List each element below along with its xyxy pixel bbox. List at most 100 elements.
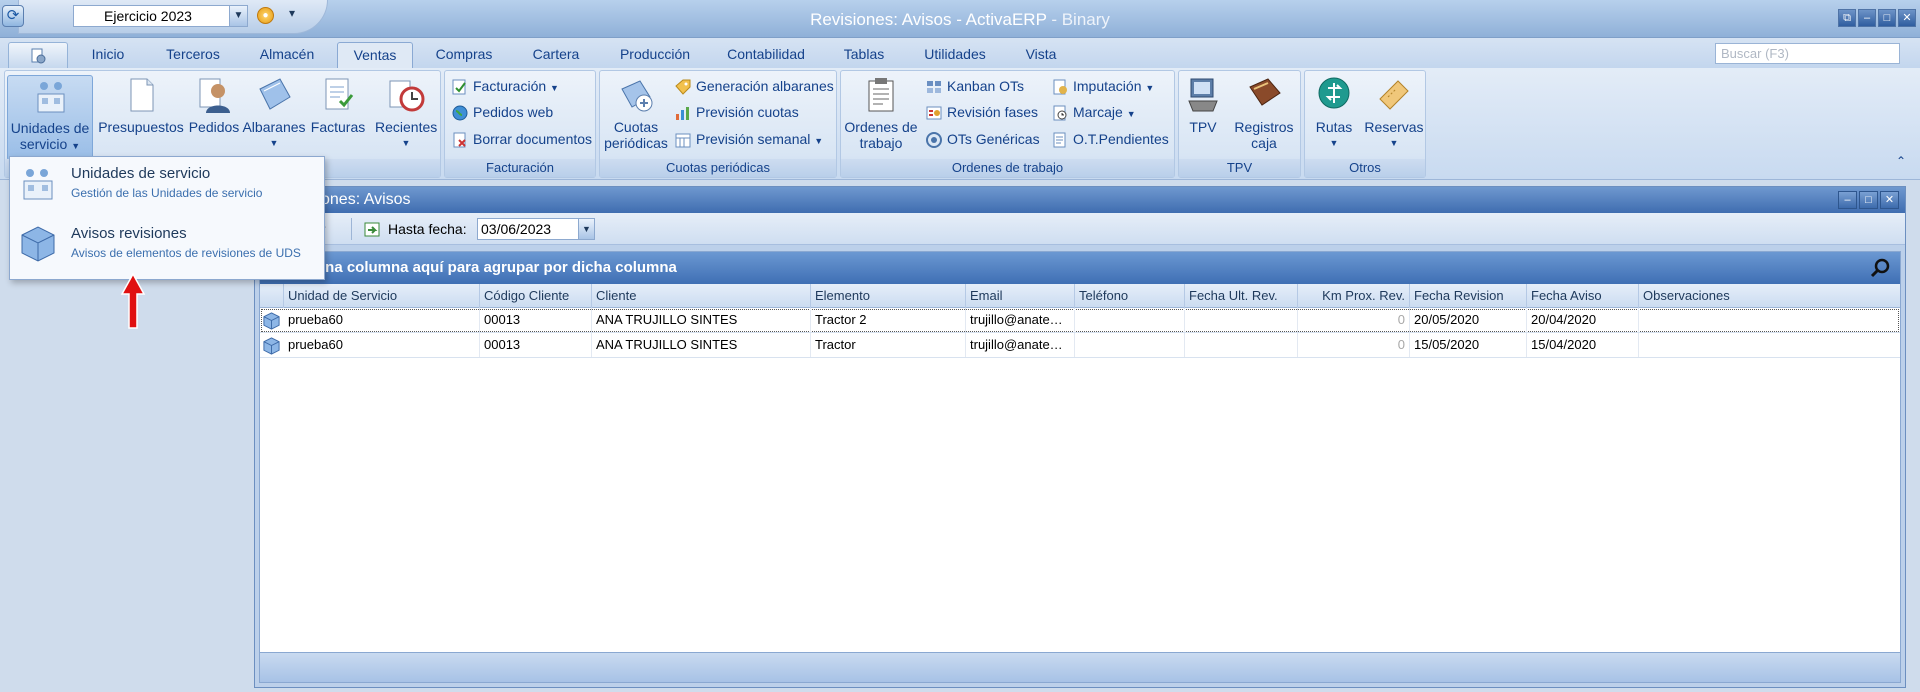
table-row[interactable]: prueba60 00013 ANA TRUJILLO SINTES Tract… (260, 308, 1900, 333)
pedidos-button[interactable]: Pedidos (188, 75, 240, 135)
facturacion-menu-button[interactable]: Facturación ▼ (451, 75, 559, 97)
facturas-button[interactable]: Facturas (309, 75, 367, 135)
tab-file[interactable] (8, 42, 68, 68)
title-bar: Ejercicio 2023 ▼ ● ▾ ⟳ Revisiones: Aviso… (0, 0, 1920, 38)
registros-label-2: caja (1251, 135, 1277, 151)
registros-caja-button[interactable]: Registros caja (1231, 75, 1297, 151)
menu-item-unidades-servicio[interactable]: Unidades de servicio Gestión de las Unid… (10, 157, 324, 215)
prevision-cuotas-button[interactable]: Previsión cuotas (674, 101, 799, 123)
invoice-icon (325, 78, 354, 110)
box-icon (21, 226, 55, 262)
ot-pendientes-button[interactable]: O.T.Pendientes (1051, 128, 1169, 150)
col-observaciones[interactable]: Observaciones (1639, 284, 1902, 308)
pedidos-web-button[interactable]: Pedidos web (451, 101, 553, 123)
recurring-fees-icon (621, 80, 653, 112)
tab-ventas[interactable]: Ventas (337, 42, 413, 68)
ordenes-label-1: Ordenes de (844, 119, 918, 135)
search-icon[interactable] (1870, 257, 1892, 279)
ordenes-trabajo-button[interactable]: Ordenes de trabajo (843, 75, 919, 151)
doc-minimize-button[interactable]: – (1838, 191, 1857, 209)
unidades-servicio-button[interactable]: Unidades de servicio ▼ (7, 75, 93, 161)
group-otros-label: Otros (1305, 159, 1425, 177)
chevron-down-icon: ▼ (269, 138, 279, 148)
tab-inicio[interactable]: Inicio (78, 42, 138, 68)
cell-km: 0 (1298, 308, 1410, 332)
albaranes-button[interactable]: Albaranes ▼ (242, 75, 306, 151)
recientes-button[interactable]: Recientes ▼ (375, 75, 437, 151)
col-fecha-revision[interactable]: Fecha Revision (1410, 284, 1527, 308)
avisos-grid: una columna aquí para agrupar por dicha … (259, 251, 1901, 683)
time-entry-icon (1053, 79, 1067, 95)
notebook-icon (259, 78, 291, 110)
col-unidad-servicio[interactable]: Unidad de Servicio (284, 284, 480, 308)
doc-close-button[interactable]: ✕ (1880, 191, 1899, 209)
prevision-semanal-button[interactable]: Previsión semanal ▼ (674, 128, 823, 150)
menu-item-avisos-revisiones[interactable]: Avisos revisiones Avisos de elementos de… (10, 217, 324, 275)
maximize-button[interactable]: □ (1878, 9, 1896, 27)
tag-icon (675, 79, 691, 96)
chevron-down-icon: ▼ (814, 136, 824, 146)
col-cliente[interactable]: Cliente (592, 284, 811, 308)
tab-compras[interactable]: Compras (426, 42, 502, 68)
cell-unidad: prueba60 (284, 333, 480, 357)
hasta-fecha-input[interactable]: 03/06/2023 ▼ (477, 218, 595, 240)
ots-genericas-button[interactable]: OTs Genéricas (925, 128, 1040, 150)
ordenes-label-2: trabajo (859, 135, 903, 151)
reservas-button[interactable]: Reservas ▼ (1363, 75, 1425, 151)
prevision-cuotas-label: Previsión cuotas (696, 104, 799, 120)
calendar-arrow-icon (364, 222, 380, 237)
pending-orders-icon (1053, 132, 1066, 148)
collapse-ribbon-icon[interactable]: ⌃ (1896, 154, 1906, 168)
revision-fases-button[interactable]: Revisión fases (925, 101, 1038, 123)
kanban-ots-button[interactable]: Kanban OTs (925, 75, 1024, 97)
tab-terceros[interactable]: Terceros (154, 42, 232, 68)
tab-vista[interactable]: Vista (1016, 42, 1066, 68)
tab-utilidades[interactable]: Utilidades (912, 42, 998, 68)
col-email[interactable]: Email (966, 284, 1075, 308)
facturacion-menu-label: Facturación (473, 78, 547, 94)
person-icon (199, 78, 230, 113)
tab-produccion[interactable]: Producción (612, 42, 698, 68)
pos-terminal-icon (1188, 78, 1218, 112)
cuotas-periodicas-button[interactable]: Cuotas periódicas (602, 75, 670, 151)
col-telefono[interactable]: Teléfono (1075, 284, 1185, 308)
search-input[interactable]: Buscar (F3) (1715, 43, 1900, 64)
chevron-down-icon[interactable]: ▼ (578, 219, 594, 239)
chevron-down-icon: ▼ (71, 141, 81, 151)
col-codigo-cliente[interactable]: Código Cliente (480, 284, 592, 308)
col-km-prox-rev[interactable]: Km Prox. Rev. (1298, 284, 1410, 308)
tab-contabilidad[interactable]: Contabilidad (718, 42, 814, 68)
row-indicator-header (260, 284, 284, 308)
presupuestos-button[interactable]: Presupuestos (97, 75, 185, 135)
tpv-button[interactable]: TPV (1183, 75, 1223, 135)
borrar-documentos-button[interactable]: Borrar documentos (451, 128, 592, 150)
tab-almacen[interactable]: Almacén (250, 42, 324, 68)
rutas-button[interactable]: Rutas ▼ (1309, 75, 1359, 151)
imputacion-button[interactable]: Imputación ▼ (1051, 75, 1154, 97)
tab-cartera[interactable]: Cartera (520, 42, 592, 68)
col-elemento[interactable]: Elemento (811, 284, 966, 308)
tab-tablas[interactable]: Tablas (836, 42, 892, 68)
marcaje-button[interactable]: Marcaje ▼ (1051, 101, 1136, 123)
restore-layout-icon[interactable]: ⧉ (1838, 9, 1856, 27)
cell-elemento: Tractor 2 (811, 308, 966, 332)
close-button[interactable]: ✕ (1898, 9, 1916, 27)
cell-codigo: 00013 (480, 308, 592, 332)
cell-cliente: ANA TRUJILLO SINTES (592, 333, 811, 357)
ots-genericas-label: OTs Genéricas (947, 131, 1040, 147)
minimize-button[interactable]: – (1858, 9, 1876, 27)
clock-in-icon (1053, 105, 1067, 121)
unidades-label-1: Unidades de (10, 120, 90, 136)
cell-fecha-aviso: 20/04/2020 (1527, 308, 1639, 332)
generacion-albaranes-button[interactable]: Generación albaranes (674, 75, 834, 97)
doc-maximize-button[interactable]: □ (1859, 191, 1878, 209)
table-row[interactable]: prueba60 00013 ANA TRUJILLO SINTES Tract… (260, 333, 1900, 358)
col-fecha-ult-rev[interactable]: Fecha Ult. Rev. (1185, 284, 1298, 308)
col-fecha-aviso[interactable]: Fecha Aviso (1527, 284, 1639, 308)
group-by-bar[interactable]: una columna aquí para agrupar por dicha … (260, 252, 1900, 284)
revision-fases-label: Revisión fases (947, 104, 1039, 120)
pedidos-label: Pedidos (188, 119, 240, 135)
cell-fecha-revision: 20/05/2020 (1410, 308, 1527, 332)
menu-item-title: Avisos revisiones (71, 225, 187, 242)
cash-book-icon (1249, 78, 1281, 106)
